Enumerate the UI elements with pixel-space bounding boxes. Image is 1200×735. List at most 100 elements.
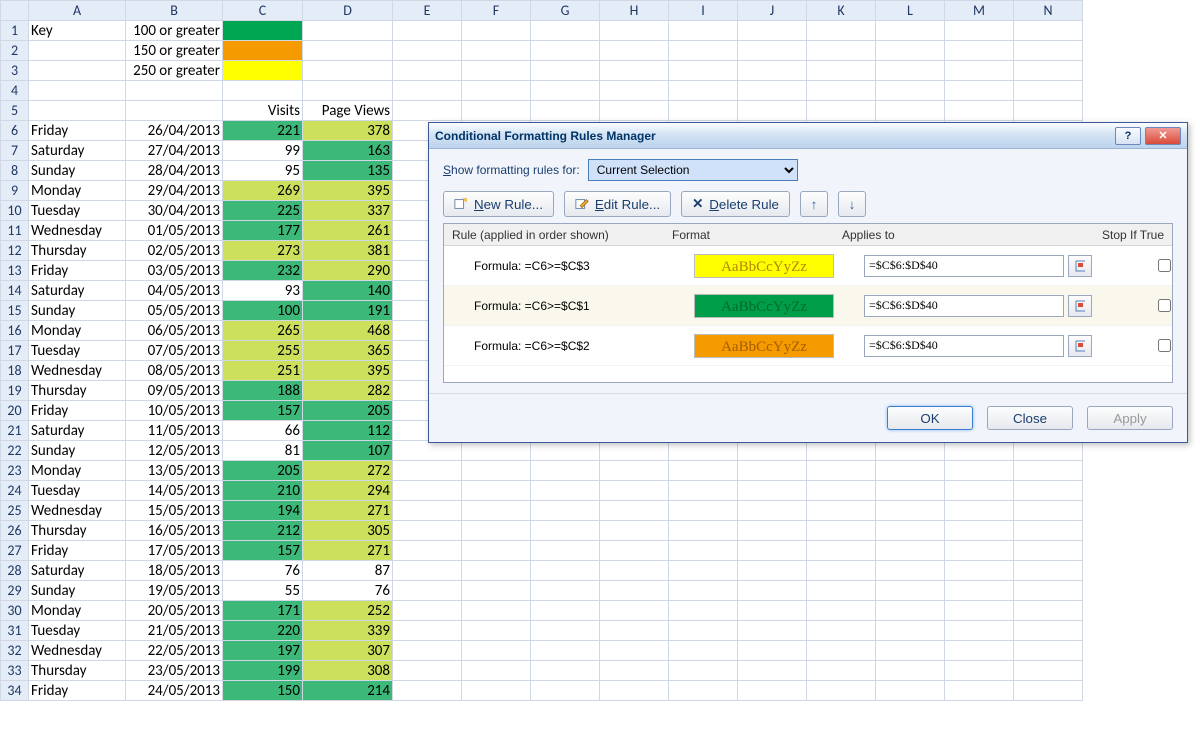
cell[interactable]	[462, 61, 531, 81]
edit-rule-button[interactable]: Edit Rule...	[564, 191, 671, 217]
delete-rule-button[interactable]: ✕ Delete Rule	[681, 191, 790, 217]
cell[interactable]	[876, 461, 945, 481]
row-header-33[interactable]: 33	[1, 661, 29, 681]
cell[interactable]	[600, 641, 669, 661]
cell-B25[interactable]: 15/05/2013	[126, 501, 223, 521]
row-header-5[interactable]: 5	[1, 101, 29, 121]
cell-A11[interactable]: Wednesday	[29, 221, 126, 241]
cell-D16[interactable]: 468	[303, 321, 393, 341]
cell-D21[interactable]: 112	[303, 421, 393, 441]
cell[interactable]	[738, 581, 807, 601]
col-header-E[interactable]: E	[393, 1, 462, 21]
cell[interactable]	[462, 481, 531, 501]
cell[interactable]	[462, 581, 531, 601]
cell[interactable]	[600, 601, 669, 621]
cell-C2[interactable]	[223, 41, 303, 61]
cell[interactable]	[945, 101, 1014, 121]
cell[interactable]	[807, 41, 876, 61]
rule-row[interactable]: Formula: =C6>=$C$3AaBbCcYyZz	[444, 246, 1172, 286]
cell[interactable]	[600, 581, 669, 601]
cell[interactable]	[600, 561, 669, 581]
cell-B26[interactable]: 16/05/2013	[126, 521, 223, 541]
header-visits[interactable]: Visits	[223, 101, 303, 121]
cell[interactable]	[876, 481, 945, 501]
cell[interactable]	[1014, 581, 1083, 601]
cell-D30[interactable]: 252	[303, 601, 393, 621]
cell-C11[interactable]: 177	[223, 221, 303, 241]
col-header-M[interactable]: M	[945, 1, 1014, 21]
cell[interactable]	[876, 681, 945, 701]
cell-A27[interactable]: Friday	[29, 541, 126, 561]
cell[interactable]	[1014, 461, 1083, 481]
cell-D28[interactable]: 87	[303, 561, 393, 581]
move-up-button[interactable]	[800, 191, 828, 217]
cell[interactable]	[876, 661, 945, 681]
cell[interactable]	[531, 541, 600, 561]
cell[interactable]	[531, 661, 600, 681]
cell-B29[interactable]: 19/05/2013	[126, 581, 223, 601]
cell[interactable]	[807, 581, 876, 601]
cell[interactable]	[600, 61, 669, 81]
row-header-27[interactable]: 27	[1, 541, 29, 561]
cell[interactable]	[462, 601, 531, 621]
cell-C26[interactable]: 212	[223, 521, 303, 541]
cell-B7[interactable]: 27/04/2013	[126, 141, 223, 161]
apply-button[interactable]: Apply	[1087, 406, 1173, 430]
cell[interactable]	[669, 541, 738, 561]
cell-C20[interactable]: 157	[223, 401, 303, 421]
cell[interactable]	[1014, 41, 1083, 61]
cell[interactable]	[669, 641, 738, 661]
row-header-14[interactable]: 14	[1, 281, 29, 301]
cell-C32[interactable]: 197	[223, 641, 303, 661]
applies-to-input[interactable]	[864, 255, 1064, 277]
cell[interactable]	[531, 601, 600, 621]
cell[interactable]	[600, 541, 669, 561]
cell-D24[interactable]: 294	[303, 481, 393, 501]
cell[interactable]	[393, 441, 462, 461]
cell-C17[interactable]: 255	[223, 341, 303, 361]
cell[interactable]	[807, 441, 876, 461]
cell[interactable]	[600, 441, 669, 461]
cell[interactable]	[1014, 21, 1083, 41]
cell[interactable]	[531, 41, 600, 61]
cell-C30[interactable]: 171	[223, 601, 303, 621]
cell-D14[interactable]: 140	[303, 281, 393, 301]
dialog-titlebar[interactable]: Conditional Formatting Rules Manager ? ✕	[429, 123, 1187, 149]
cell[interactable]	[600, 661, 669, 681]
cell[interactable]	[945, 661, 1014, 681]
cell[interactable]	[1014, 561, 1083, 581]
cell[interactable]	[531, 61, 600, 81]
cell-C7[interactable]: 99	[223, 141, 303, 161]
applies-to-input[interactable]	[864, 295, 1064, 317]
cell-C23[interactable]: 205	[223, 461, 303, 481]
cell[interactable]	[876, 441, 945, 461]
cell-B8[interactable]: 28/04/2013	[126, 161, 223, 181]
cell[interactable]	[738, 461, 807, 481]
cell-B33[interactable]: 23/05/2013	[126, 661, 223, 681]
cell-A17[interactable]: Tuesday	[29, 341, 126, 361]
cell[interactable]	[738, 541, 807, 561]
cell[interactable]	[669, 501, 738, 521]
cell[interactable]	[738, 101, 807, 121]
col-header-B[interactable]: B	[126, 1, 223, 21]
cell[interactable]	[669, 601, 738, 621]
cell-B14[interactable]: 04/05/2013	[126, 281, 223, 301]
cell[interactable]	[462, 41, 531, 61]
cell-C27[interactable]: 157	[223, 541, 303, 561]
cell[interactable]	[531, 501, 600, 521]
cell[interactable]	[945, 461, 1014, 481]
row-header-31[interactable]: 31	[1, 621, 29, 641]
cell[interactable]	[738, 81, 807, 101]
row-header-11[interactable]: 11	[1, 221, 29, 241]
cell[interactable]	[876, 61, 945, 81]
row-header-24[interactable]: 24	[1, 481, 29, 501]
cell-C9[interactable]: 269	[223, 181, 303, 201]
cell[interactable]	[393, 61, 462, 81]
cell[interactable]	[462, 641, 531, 661]
cell[interactable]	[462, 521, 531, 541]
cell-A19[interactable]: Thursday	[29, 381, 126, 401]
cell-C6[interactable]: 221	[223, 121, 303, 141]
cell[interactable]	[738, 21, 807, 41]
cell[interactable]	[462, 501, 531, 521]
cell-A25[interactable]: Wednesday	[29, 501, 126, 521]
